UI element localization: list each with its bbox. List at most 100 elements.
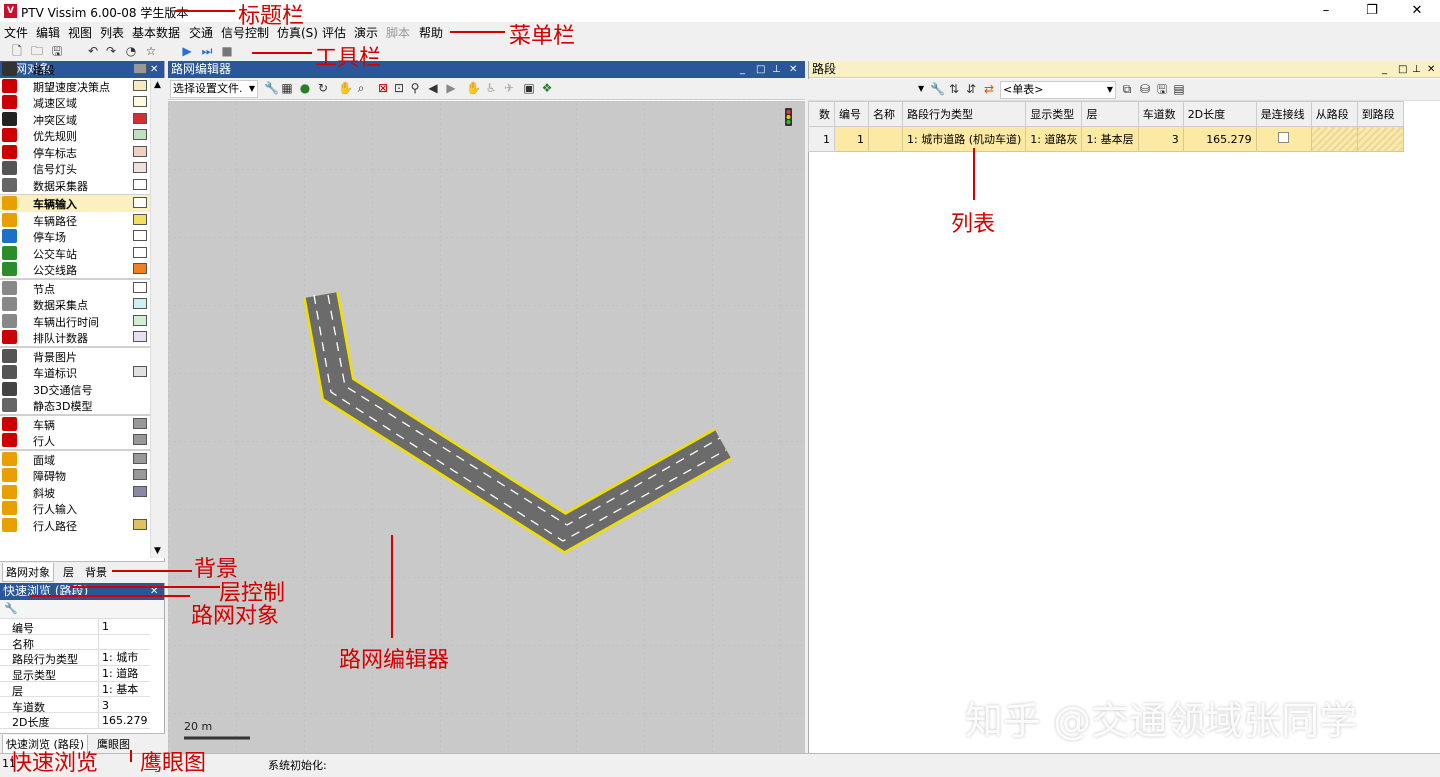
redo-icon[interactable]: ↷ — [104, 44, 118, 58]
object-list-scrollbar[interactable]: ▲ ▼ — [150, 78, 165, 558]
config-dropdown[interactable]: 选择设置文件. ▼ — [170, 80, 258, 98]
open-folder-icon[interactable]: 🗀 — [30, 44, 44, 58]
grid-icon[interactable]: ▦ — [280, 81, 294, 95]
network-object-item[interactable]: 车辆出行时间 — [0, 313, 150, 330]
chevron-down-icon[interactable]: ▼ — [918, 84, 924, 93]
network-object-item[interactable]: 障碍物 — [0, 467, 150, 484]
panel-close-icon[interactable]: ✕ — [1427, 61, 1435, 78]
sort-ascending-icon[interactable]: ⇅ — [947, 82, 961, 96]
wrench-icon[interactable]: 🔧 — [930, 82, 945, 96]
sort-descending-icon[interactable]: ⇵ — [964, 82, 978, 96]
plane-icon[interactable]: ✈ — [502, 81, 516, 95]
wrench-icon[interactable]: 🔧 — [4, 602, 18, 615]
save-icon[interactable]: 🖫 — [50, 44, 64, 58]
style-swatch[interactable] — [133, 263, 147, 274]
col-name[interactable]: 名称 — [868, 101, 903, 127]
pedestrian-tool-icon[interactable]: ♿ — [484, 81, 498, 95]
network-object-item[interactable]: 背景图片 — [0, 348, 150, 365]
style-swatch[interactable] — [133, 96, 147, 107]
style-swatch[interactable] — [133, 246, 147, 258]
menu-edit[interactable]: 编辑 — [36, 24, 60, 41]
stop-icon[interactable]: ■ — [220, 44, 234, 58]
hand-icon[interactable]: ✋ — [466, 81, 481, 95]
style-swatch[interactable] — [133, 145, 147, 157]
tab-levels[interactable]: 层 — [60, 563, 77, 581]
camera-icon[interactable]: ▣ — [522, 81, 536, 95]
network-object-item[interactable]: 车辆 — [0, 416, 150, 433]
star-icon[interactable]: ☆ — [144, 44, 158, 58]
style-swatch[interactable] — [133, 485, 147, 497]
lanes-cell[interactable]: 3 — [1137, 126, 1184, 152]
network-canvas-svg[interactable] — [168, 101, 805, 753]
network-object-item[interactable]: 公交线路 — [0, 261, 150, 278]
quick-view-row[interactable]: 编号 1 — [0, 619, 150, 635]
style-swatch[interactable] — [133, 281, 147, 293]
style-swatch[interactable] — [133, 314, 147, 326]
pan-hand-icon[interactable]: ✋ — [338, 81, 353, 95]
quick-view-row[interactable]: 名称 — [0, 634, 150, 651]
network-object-item[interactable]: 公交车站 — [0, 245, 150, 262]
col-id[interactable]: 编号 — [834, 101, 869, 127]
col-from-link[interactable]: 从路段 — [1310, 101, 1358, 127]
undo-icon[interactable]: ↶ — [86, 44, 100, 58]
attribute-value[interactable] — [98, 634, 150, 651]
network-object-item[interactable]: 停车标志 — [0, 144, 150, 161]
style-swatch[interactable] — [133, 298, 147, 309]
network-object-item[interactable]: 数据采集点 — [0, 296, 150, 313]
traffic-light-icon[interactable] — [785, 108, 792, 126]
col-lanes[interactable]: 车道数 — [1137, 101, 1184, 127]
style-swatch[interactable] — [133, 162, 147, 173]
minimize-panel-icon[interactable]: _ — [740, 61, 745, 78]
network-object-item[interactable]: 停车场 — [0, 228, 150, 245]
panel-close-icon[interactable]: ✕ — [789, 61, 797, 78]
col-is-connector[interactable]: 是连接线 — [1255, 101, 1312, 127]
col-count[interactable]: 数 — [808, 101, 835, 127]
level-cell[interactable]: 1: 基本层 — [1081, 126, 1139, 152]
menu-help[interactable]: 帮助 — [419, 24, 443, 41]
table-row[interactable]: 1 1 1: 城市道路 (机动车道) 1: 道路灰 1: 基本层 3 165.2… — [808, 126, 1404, 152]
speedometer-icon[interactable]: ◔ — [124, 44, 138, 58]
network-object-item[interactable]: 冲突区域 — [0, 111, 150, 128]
network-icon[interactable]: ❖ — [540, 81, 554, 95]
network-object-item[interactable]: 排队计数器 — [0, 329, 150, 346]
network-object-item[interactable]: 车辆路径 — [0, 212, 150, 229]
style-swatch[interactable] — [133, 197, 147, 208]
copy-icon[interactable]: ⧉ — [1120, 82, 1134, 96]
style-swatch[interactable] — [133, 213, 147, 225]
network-object-item[interactable]: 信号灯头 — [0, 160, 150, 177]
restore-panel-icon[interactable]: □ — [756, 61, 765, 78]
pin-icon[interactable]: ⊥ — [772, 61, 781, 78]
step-icon[interactable]: ⏭ — [200, 44, 214, 58]
close-button[interactable]: ✕ — [1394, 0, 1440, 22]
style-swatch[interactable] — [133, 178, 147, 190]
network-object-item[interactable]: 优先规则 — [0, 127, 150, 144]
network-editor-canvas[interactable]: 20 m — [168, 101, 805, 753]
row-count-cell[interactable]: 1 — [808, 126, 835, 152]
name-cell[interactable] — [868, 126, 903, 152]
col-display-type[interactable]: 显示类型 — [1025, 101, 1083, 127]
attribute-value[interactable]: 1 — [98, 619, 150, 635]
style-swatch[interactable] — [133, 63, 147, 74]
length-cell[interactable]: 165.279 — [1182, 126, 1257, 152]
zoom-window-icon[interactable]: ⊡ — [392, 81, 406, 95]
menu-evaluation[interactable]: 评估 — [322, 24, 346, 41]
forward-arrow-icon[interactable]: ▶ — [444, 81, 458, 95]
style-swatch[interactable] — [133, 518, 147, 530]
quick-view-row[interactable]: 层 1: 基本 — [0, 681, 150, 698]
attribute-value[interactable]: 1: 城市 — [98, 650, 150, 667]
network-object-item[interactable]: 行人路径 — [0, 517, 150, 534]
behavior-type-cell[interactable]: 1: 城市道路 (机动车道) — [901, 126, 1027, 152]
menu-base-data[interactable]: 基本数据 — [132, 24, 180, 41]
network-object-item[interactable]: 静态3D模型 — [0, 397, 150, 414]
style-swatch[interactable] — [133, 417, 147, 429]
network-object-item[interactable]: 行人 — [0, 432, 150, 449]
back-arrow-icon[interactable]: ◀ — [426, 81, 440, 95]
zoom-icon[interactable]: ⚲ — [408, 81, 422, 95]
network-object-item[interactable]: 斜坡 — [0, 484, 150, 501]
tab-network-objects[interactable]: 路网对象 — [2, 563, 54, 582]
maximize-button[interactable]: ❐ — [1349, 0, 1395, 22]
menu-presentation[interactable]: 演示 — [354, 24, 378, 41]
network-object-item[interactable]: 车辆输入 — [0, 195, 150, 212]
style-swatch[interactable] — [133, 452, 147, 464]
network-object-item[interactable]: 面域 — [0, 451, 150, 468]
